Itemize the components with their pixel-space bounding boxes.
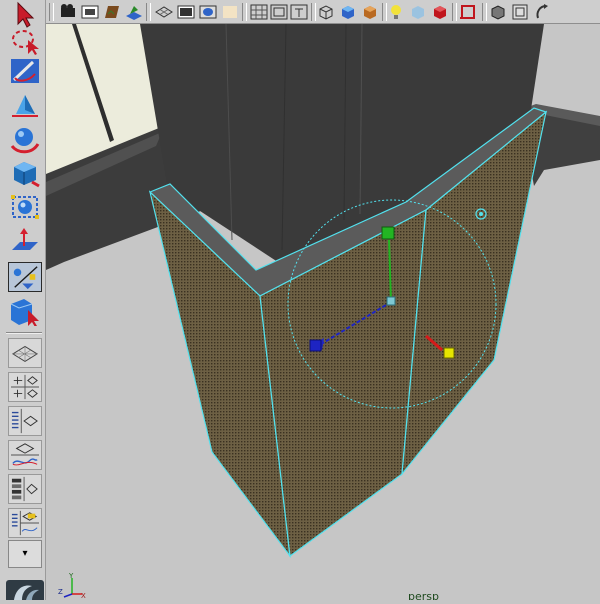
textured-icon[interactable] [360,2,380,22]
tool-box: ▾ [0,0,46,600]
manipulator-y-handle[interactable] [381,226,395,240]
universal-manipulator-icon[interactable] [8,192,42,222]
svg-text:Z: Z [58,588,63,596]
show-manipulator-icon[interactable] [8,262,42,292]
xray-icon[interactable] [430,2,450,22]
image-plane-icon[interactable] [102,2,122,22]
move-tool-icon[interactable] [8,90,42,120]
perspective-graph-layout-icon[interactable] [8,440,42,470]
perspective-viewport[interactable]: Y X Z persp [46,24,600,600]
rotate-tool-icon[interactable] [8,124,42,154]
field-chart-icon[interactable] [249,2,269,22]
isolate-select-icon[interactable] [458,2,478,22]
camera-tumble-icon[interactable] [532,2,552,22]
view-axis-indicator-icon: Y X Z [58,572,86,598]
toolbox-divider [6,332,42,334]
2d-pan-zoom-icon[interactable] [124,2,144,22]
smooth-shade-icon[interactable] [338,2,358,22]
camera-bookmark-icon[interactable] [80,2,100,22]
wireframe-icon[interactable] [316,2,336,22]
viewport-scene[interactable] [46,24,600,600]
outliner-perspective-layout-icon[interactable] [8,406,42,436]
backface-culling-icon[interactable] [510,2,530,22]
panel-toolbar [46,0,600,24]
maya-logo-icon[interactable] [6,580,44,600]
lasso-tool-icon[interactable] [8,26,42,56]
toolbar-divider [49,3,54,21]
wireframe-on-shaded-icon[interactable] [488,2,508,22]
pivot-marker-dot [479,212,483,216]
film-gate-icon[interactable] [176,2,196,22]
camera-name-label: persp [408,590,439,600]
manipulator-x-handle[interactable] [443,347,455,359]
gate-mask-icon[interactable] [220,2,240,22]
layout-menu-dropdown[interactable]: ▾ [8,540,42,568]
paint-select-tool-icon[interactable] [8,56,42,86]
toolbar-divider [146,3,151,21]
use-all-lights-icon[interactable] [386,2,406,22]
toolbar-divider [482,3,487,21]
soft-modification-icon[interactable] [8,226,42,256]
four-view-layout-icon[interactable] [8,372,42,402]
camera-attributes-icon[interactable] [58,2,78,22]
last-used-tool-icon[interactable] [8,296,42,326]
hypershade-perspective-layout-icon[interactable] [8,474,42,504]
svg-text:Y: Y [68,572,74,580]
single-perspective-layout-icon[interactable] [8,338,42,368]
manipulator-center-handle[interactable] [386,296,396,306]
safe-title-icon[interactable] [289,2,309,22]
grid-icon[interactable] [154,2,174,22]
svg-text:X: X [81,592,86,598]
scale-tool-icon[interactable] [8,158,42,188]
safe-action-icon[interactable] [269,2,289,22]
resolution-gate-icon[interactable] [198,2,218,22]
toolbar-divider [452,3,457,21]
chevron-down-icon: ▾ [22,548,28,559]
perspective-outliner-graph-layout-icon[interactable] [8,508,42,538]
shadows-icon[interactable] [408,2,428,22]
toolbar-divider [242,3,247,21]
manipulator-z-handle[interactable] [309,339,322,352]
